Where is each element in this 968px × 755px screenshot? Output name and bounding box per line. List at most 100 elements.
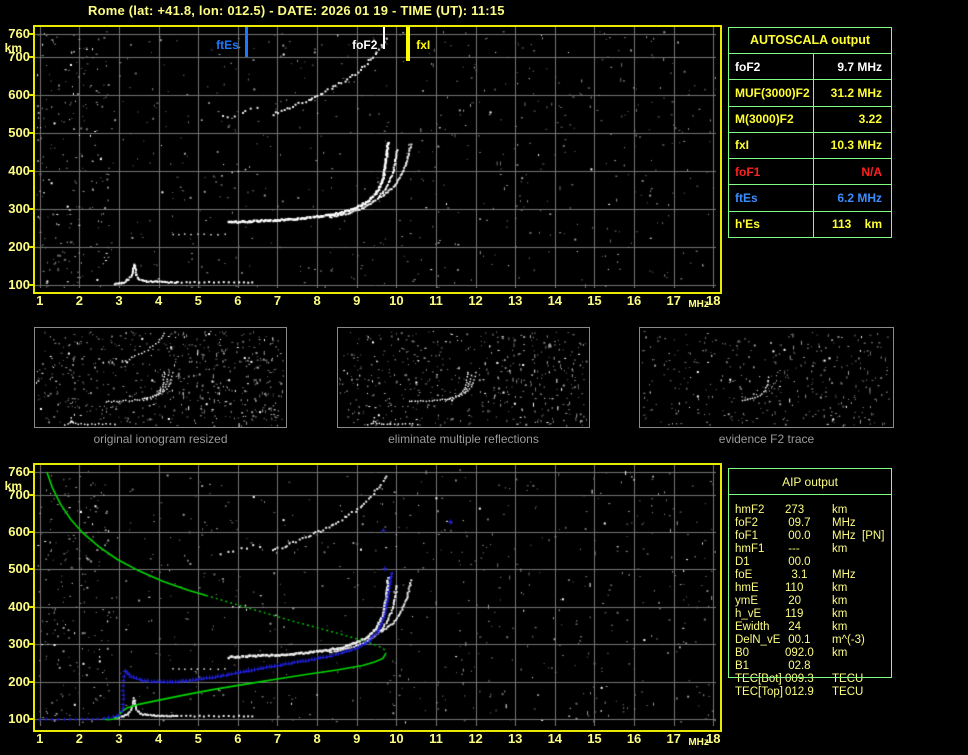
x-axis-tick-label: 10	[389, 293, 404, 308]
parameter-value: 110	[785, 582, 804, 594]
x-axis-tick-label: 14	[547, 731, 563, 746]
ionogram-canvas-top	[35, 27, 716, 288]
thumbnail-panel	[34, 327, 287, 428]
parameter-value: ---	[785, 543, 800, 555]
parameter-value: 9.7 MHz	[837, 59, 882, 74]
y-axis-unit-label: km	[4, 479, 22, 494]
parameter-value: N/A	[861, 164, 882, 179]
parameter-name: hmF2	[735, 504, 765, 516]
y-axis-tick-mark	[29, 471, 33, 474]
autoscala-table-rows: foF2 9.7 MHz MUF(3000)F2 31.2 MHz M(3000)F2 3…	[729, 54, 891, 237]
table-row: foE 3.1 MHz	[728, 569, 892, 582]
x-axis-tick-label: 7	[273, 293, 282, 308]
x-axis-tick-label: 4	[154, 731, 163, 746]
x-axis-tick-label: 6	[234, 731, 242, 746]
parameter-name: foF1	[735, 530, 759, 542]
parameter-unit: km	[832, 647, 848, 659]
aip-table-title: AIP output	[782, 475, 838, 489]
table-row: hmF2 273 km	[728, 504, 892, 517]
parameter-value: 012.9	[785, 686, 814, 698]
thumbnail-canvas	[35, 328, 286, 427]
x-axis-tick-label: 14	[547, 293, 563, 308]
y-axis-tick-label: 760	[8, 464, 30, 480]
table-column-divider	[813, 53, 814, 237]
table-row: hmF1 --- km	[728, 543, 892, 556]
x-axis-tick-label: 5	[194, 293, 202, 308]
parameter-unit: TECU	[832, 673, 864, 685]
parameter-value: 02.8	[785, 660, 811, 672]
y-axis-tick-label: 400	[8, 163, 30, 179]
parameter-name: fxI	[735, 138, 750, 153]
parameter-name: DelN_vE	[735, 634, 781, 646]
table-row: foF2 9.7 MHz	[729, 54, 891, 79]
table-row: B1 02.8	[728, 660, 892, 673]
aip-header-separator	[728, 494, 892, 495]
table-row: foF2 09.7 MHz	[728, 517, 892, 530]
x-axis-tick-label: 4	[154, 293, 163, 308]
y-axis-tick-label: 500	[8, 125, 30, 141]
y-axis-tick-mark	[29, 56, 33, 59]
autoscala-output-table: AUTOSCALA output foF2 9.7 MHz MUF(3000)F2 3…	[728, 27, 892, 238]
y-axis-tick-mark	[29, 530, 33, 533]
x-axis-unit-label: MHz	[688, 737, 709, 748]
x-axis-unit-label: MHz	[688, 299, 709, 310]
parameter-value: 092.0	[785, 647, 814, 659]
y-axis-tick-label: 300	[8, 636, 30, 652]
table-row: DelN_vE 00.1 m^(-3)	[728, 634, 892, 647]
x-axis-tick-label: 15	[587, 731, 602, 746]
ionogram-plot-bottom	[33, 463, 722, 732]
parameter-name: D1	[735, 556, 750, 568]
x-axis-tick-label: 17	[666, 293, 681, 308]
x-axis-tick-label: 11	[429, 293, 443, 308]
page-title: Rome (lat: +41.8, lon: 012.5) - DATE: 20…	[88, 3, 505, 18]
parameter-value: 00.1	[785, 634, 811, 646]
ftEs-marker-line	[244, 27, 248, 57]
y-axis-tick-mark	[29, 680, 33, 683]
y-axis-tick-label: 760	[8, 26, 30, 42]
x-axis-tick-label: 8	[313, 731, 321, 746]
parameter-unit: MHz	[832, 517, 856, 529]
parameter-unit: MHz	[832, 569, 856, 581]
foF2-marker-line	[383, 27, 386, 49]
x-axis-tick-label: 12	[468, 731, 483, 746]
thumbnail-panel	[639, 327, 894, 428]
thumbnail-canvas	[338, 328, 589, 427]
x-axis-tick-label: 5	[194, 731, 202, 746]
ionogram-canvas-bottom	[35, 465, 716, 726]
parameter-value: 6.2 MHz	[837, 191, 882, 206]
table-row: TEC[Top] 012.9 TECU	[728, 686, 892, 699]
table-row: foF1 N/A	[729, 158, 891, 184]
table-row: MUF(3000)F2 31.2 MHz	[729, 79, 891, 105]
parameter-name: foF2	[735, 59, 761, 74]
y-axis-tick-mark	[29, 568, 33, 571]
table-row: h_vE 119 km	[728, 608, 892, 621]
parameter-unit: TECU	[832, 686, 864, 698]
x-axis-tick-label: 3	[115, 731, 123, 746]
table-row: B0 092.0 km	[728, 647, 892, 660]
thumbnail-caption: original ionogram resized	[93, 432, 228, 446]
x-axis-tick-label: 2	[75, 293, 83, 308]
parameter-value: 113 km	[831, 217, 882, 232]
parameter-value: 31.2 MHz	[830, 85, 882, 100]
x-axis-tick-label: 12	[468, 293, 483, 308]
x-axis-tick-label: 13	[507, 731, 523, 746]
parameter-name: B0	[735, 647, 750, 659]
parameter-unit: km	[832, 608, 848, 620]
autoscala-window: Rome (lat: +41.8, lon: 012.5) - DATE: 20…	[0, 0, 968, 755]
x-axis-tick-label: 6	[234, 293, 242, 308]
ionogram-plot-top	[33, 25, 722, 294]
table-row: h'Es 113 km	[729, 210, 891, 237]
parameter-unit: km	[832, 595, 848, 607]
foF2-marker-label: foF2	[352, 38, 378, 52]
parameter-value: 20	[785, 595, 801, 607]
parameter-value: 3.22	[858, 112, 882, 127]
y-axis-tick-mark	[29, 717, 33, 720]
parameter-name: B1	[735, 660, 750, 672]
x-axis-tick-label: 7	[273, 731, 282, 746]
y-axis-tick-label: 100	[8, 277, 30, 293]
parameter-name: hmE	[735, 582, 759, 594]
x-axis-tick-label: 2	[75, 731, 83, 746]
parameter-value: 09.7	[785, 517, 811, 529]
parameter-name: foF2	[735, 517, 759, 529]
aip-output-table: AIP output hmF2 273 km foF2 09.7 MHz foF1 00.…	[728, 468, 892, 698]
